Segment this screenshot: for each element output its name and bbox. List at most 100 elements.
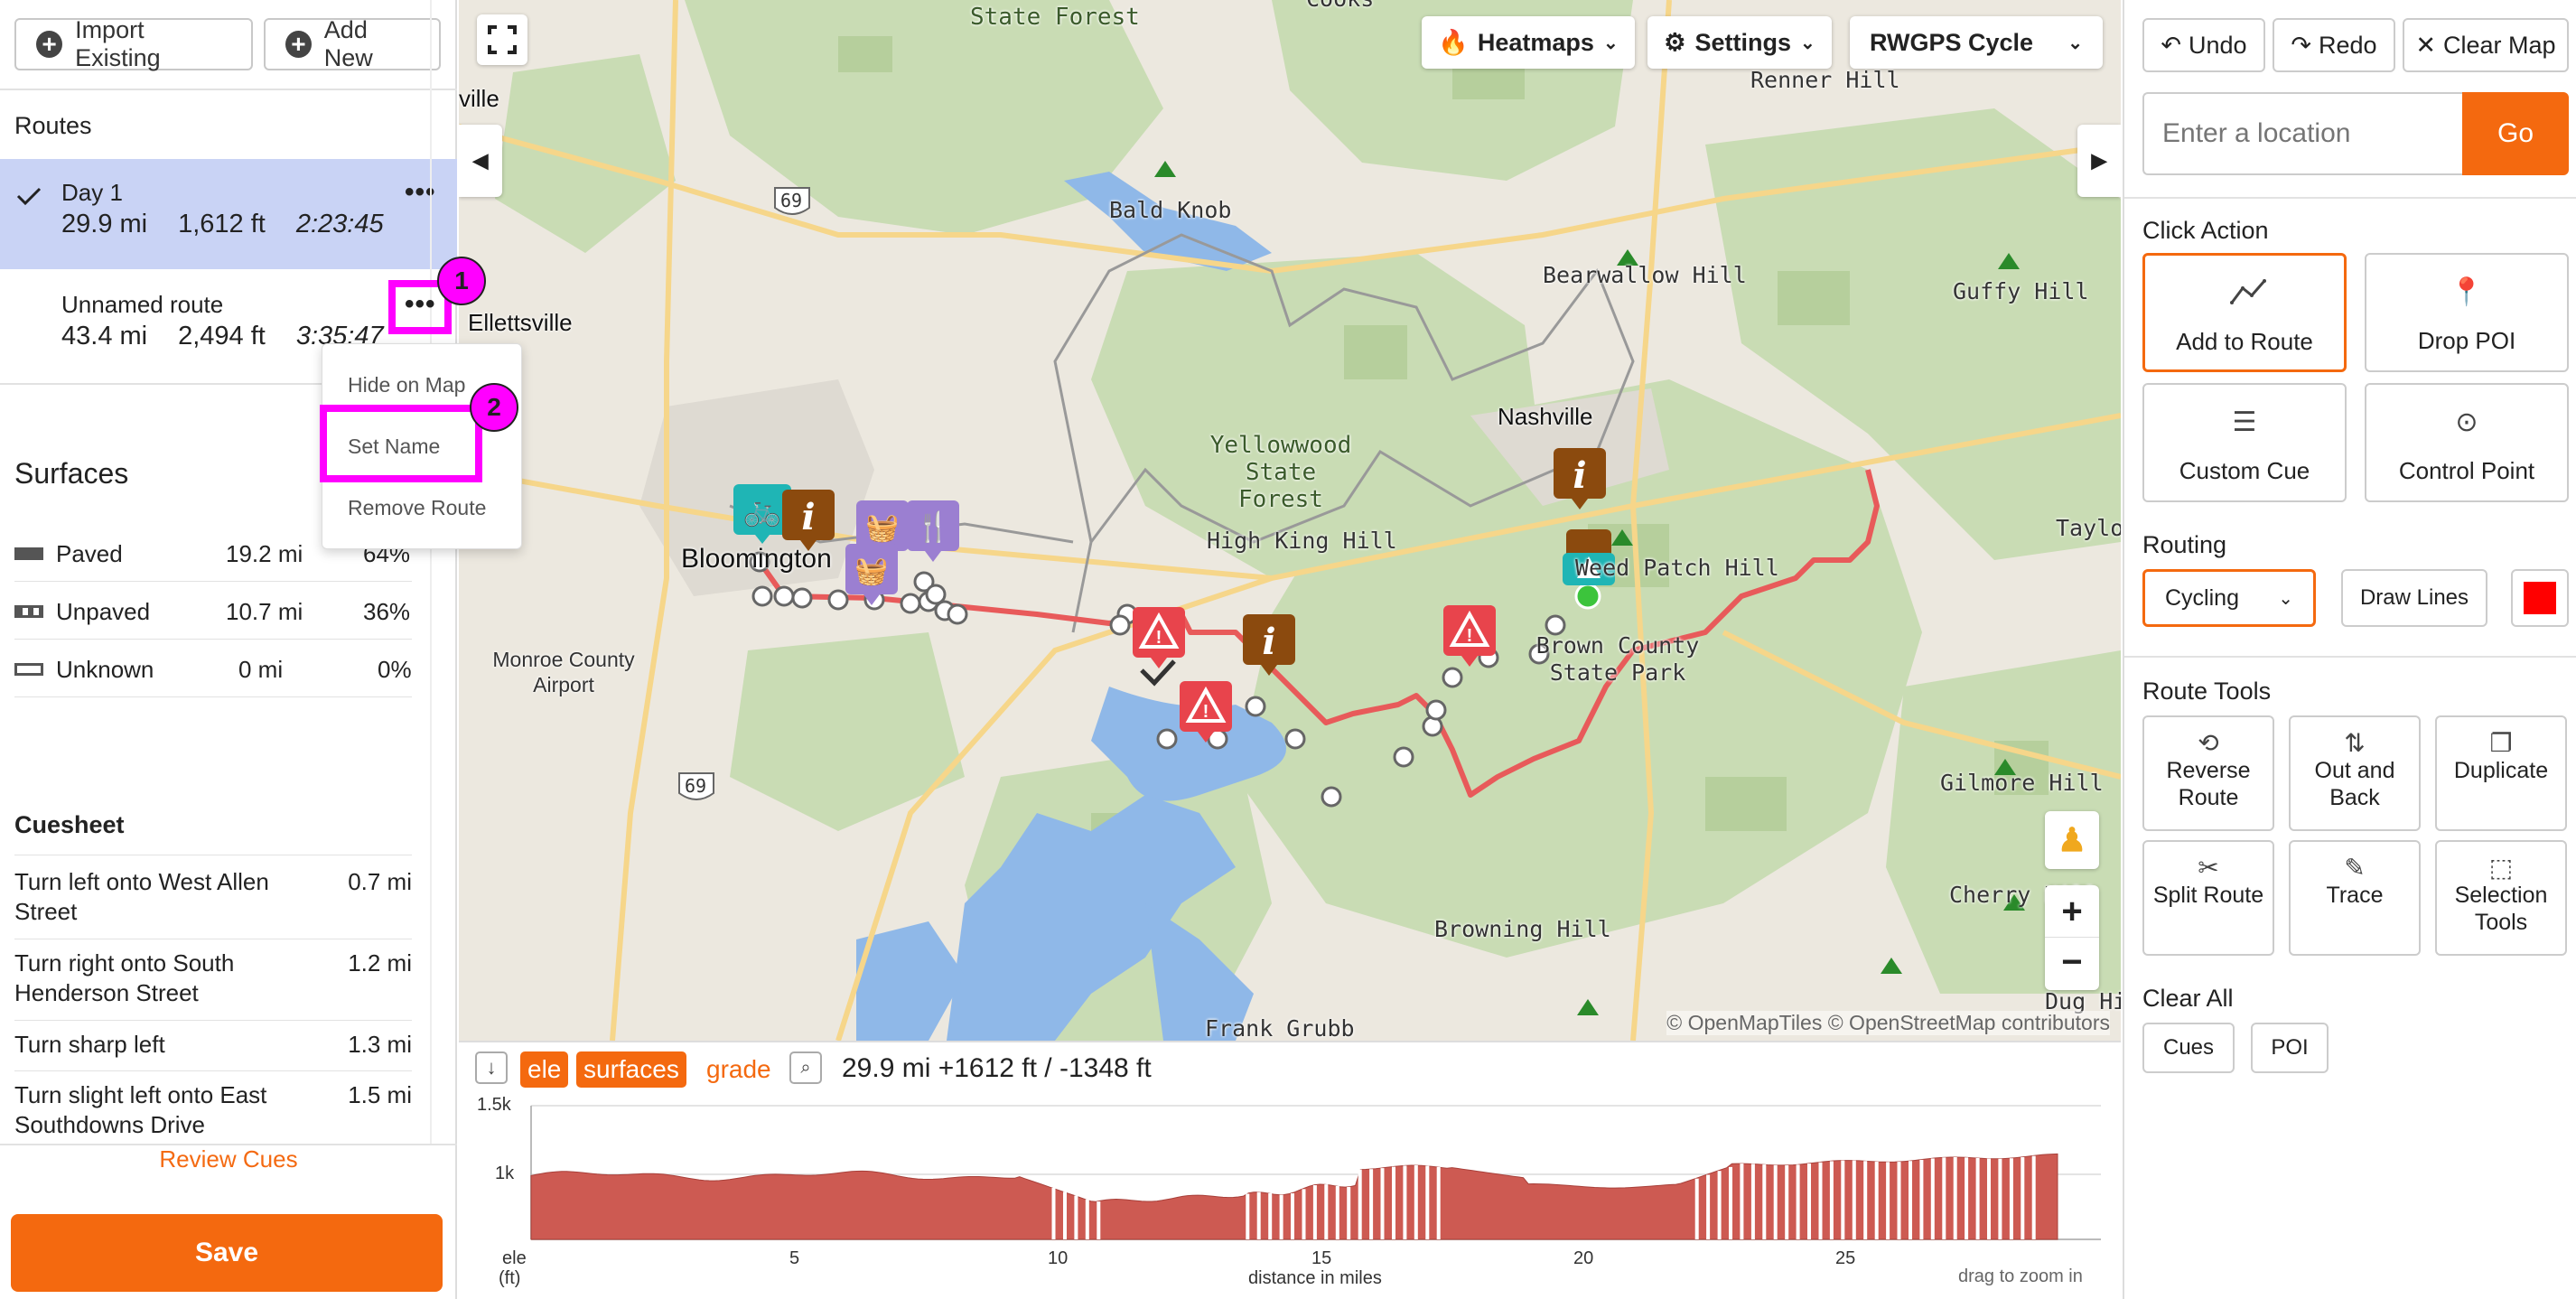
clear-poi-button[interactable]: POI bbox=[2251, 1023, 2329, 1073]
go-button[interactable]: Go bbox=[2462, 92, 2569, 175]
route-color-picker[interactable] bbox=[2511, 569, 2569, 627]
duplicate-tile[interactable]: ❐ Duplicate bbox=[2435, 715, 2567, 831]
out-and-back-tile[interactable]: ⇅ Out and Back bbox=[2289, 715, 2421, 831]
highway-label: 69 bbox=[780, 190, 803, 211]
tile-label: Reverse Route bbox=[2166, 758, 2251, 810]
zoom-in-button[interactable]: + bbox=[2045, 885, 2099, 938]
pegman-icon: ♟ bbox=[2057, 821, 2087, 858]
surface-label: Unknown bbox=[56, 656, 154, 683]
route-name: Day 1 bbox=[61, 179, 123, 206]
warning-icon[interactable]: ! bbox=[1442, 603, 1499, 668]
cue-row[interactable]: Turn sharp left 1.3 mi bbox=[14, 1030, 412, 1071]
highlight-box-2 bbox=[320, 405, 482, 482]
custom-cue-tile[interactable]: ☰ Custom Cue bbox=[2142, 383, 2347, 502]
unpaved-stripe bbox=[1706, 1174, 1711, 1239]
tile-label: Split Route bbox=[2152, 883, 2264, 908]
magic-wand-icon: ✎ bbox=[2344, 854, 2366, 882]
map-style-dropdown[interactable]: RWGPS Cycle ⌄ bbox=[1850, 16, 2103, 69]
unpaved-stripe bbox=[1291, 1193, 1294, 1239]
surfaces-toggle[interactable]: surfaces bbox=[576, 1051, 686, 1088]
left-panel: + Import Existing + Add New Routes Day 1… bbox=[0, 0, 457, 1299]
import-existing-label: Import Existing bbox=[75, 16, 161, 71]
tile-label: Add to Route bbox=[2176, 328, 2313, 355]
route-name: Unnamed route bbox=[61, 291, 224, 318]
unpaved-stripe bbox=[1796, 1164, 1800, 1239]
add-to-route-tile[interactable]: Add to Route bbox=[2142, 253, 2347, 372]
unpaved-stripe bbox=[1965, 1157, 1969, 1239]
split-route-tile[interactable]: ✂ Split Route bbox=[2142, 840, 2274, 956]
info-icon[interactable]: i bbox=[1241, 612, 1299, 678]
place-label: Ellettsville bbox=[468, 309, 573, 336]
unpaved-stripe bbox=[1740, 1163, 1744, 1239]
cue-text: Turn sharp left bbox=[14, 1031, 165, 1058]
zoom-elevation-button[interactable]: ⌕ bbox=[789, 1051, 822, 1084]
unpaved-stripe bbox=[1953, 1157, 1957, 1239]
unpaved-stripe bbox=[1063, 1192, 1067, 1239]
warning-icon[interactable]: ! bbox=[1178, 679, 1236, 744]
restaurant-icon[interactable]: 🍴 bbox=[905, 499, 963, 564]
redo-label: Redo bbox=[2319, 31, 2377, 59]
chevron-down-icon: ⌄ bbox=[1602, 33, 1619, 53]
collapse-left-button[interactable]: ◀ bbox=[459, 125, 502, 197]
place-label: Frank Grubb bbox=[1205, 1015, 1355, 1041]
undo-button[interactable]: ↶ Undo bbox=[2142, 18, 2265, 72]
route-distance: 29.9 mi bbox=[61, 210, 148, 238]
collapse-right-button[interactable]: ▶ bbox=[2077, 125, 2121, 197]
y-tick: 1.5k bbox=[477, 1095, 511, 1115]
unpaved-stripe bbox=[1246, 1193, 1250, 1239]
heatmaps-dropdown[interactable]: 🔥 Heatmaps ⌄ bbox=[1422, 16, 1635, 69]
annotation-badge-2: 2 bbox=[470, 383, 518, 432]
tile-label: Control Point bbox=[2398, 457, 2535, 484]
place-label: Nashville bbox=[1498, 403, 1593, 430]
unpaved-stripe bbox=[1694, 1178, 1699, 1239]
unpaved-stripe bbox=[1807, 1163, 1811, 1239]
map-canvas[interactable]: 🚲 i 🧺 🍴 🧺 ! ! ! i i 69 69 State Forest R… bbox=[459, 0, 2121, 1041]
redo-button[interactable]: ↷ Redo bbox=[2273, 18, 2395, 72]
cue-row[interactable]: Turn left onto West Allen Street 0.7 mi bbox=[14, 867, 412, 939]
add-new-button[interactable]: + Add New bbox=[264, 16, 441, 71]
unpaved-stripe bbox=[1930, 1158, 1935, 1239]
remove-route-item[interactable]: Remove Route bbox=[348, 496, 486, 520]
route-distance: 43.4 mi bbox=[61, 322, 148, 350]
place-label: Bloomington bbox=[681, 544, 832, 574]
route-item-day-1[interactable]: Day 1 29.9 mi 1,612 ft 2:23:45 ••• bbox=[0, 159, 457, 269]
fullscreen-button[interactable] bbox=[477, 14, 527, 65]
tile-label: Out and Back bbox=[2314, 758, 2395, 810]
plus-icon: + bbox=[285, 31, 312, 58]
import-existing-button[interactable]: + Import Existing bbox=[14, 16, 253, 71]
clear-map-button[interactable]: ✕ Clear Map bbox=[2403, 18, 2569, 72]
cue-row[interactable]: Turn slight left onto East Southdowns Dr… bbox=[14, 1080, 412, 1142]
route-menu-button[interactable]: ••• bbox=[405, 289, 436, 320]
undo-icon: ↶ bbox=[2161, 31, 2182, 59]
location-input[interactable] bbox=[2142, 92, 2468, 175]
drop-poi-tile[interactable]: 📍 Drop POI bbox=[2365, 253, 2569, 372]
place-label: Bald Knob bbox=[1109, 197, 1232, 223]
draw-lines-button[interactable]: Draw Lines bbox=[2341, 569, 2487, 627]
unpaved-stripe bbox=[1051, 1188, 1056, 1239]
cue-text: Turn right onto South Henderson Street bbox=[14, 949, 235, 1006]
cue-row[interactable]: Turn right onto South Henderson Street 1… bbox=[14, 949, 412, 1021]
review-cues-button[interactable]: Review Cues bbox=[0, 1145, 457, 1173]
unpaved-stripe bbox=[1369, 1169, 1374, 1239]
routing-mode-select[interactable]: Cycling ⌄ bbox=[2142, 569, 2316, 627]
surface-distance: 10.7 mi bbox=[226, 598, 303, 625]
selection-tools-tile[interactable]: ⬚ Selection Tools bbox=[2435, 840, 2567, 956]
control-point-tile[interactable]: ⊙ Control Point bbox=[2365, 383, 2569, 502]
street-view-button[interactable]: ♟ bbox=[2045, 811, 2099, 869]
surface-distance: 19.2 mi bbox=[226, 540, 303, 567]
clear-cues-button[interactable]: Cues bbox=[2142, 1023, 2235, 1073]
ele-toggle[interactable]: ele bbox=[520, 1051, 569, 1088]
x-tick: 10 bbox=[1048, 1248, 1069, 1268]
hide-on-map-item[interactable]: Hide on Map bbox=[348, 373, 465, 397]
grocery-icon[interactable]: 🧺 bbox=[844, 542, 901, 607]
info-icon[interactable]: i bbox=[1552, 446, 1610, 511]
trace-tile[interactable]: ✎ Trace bbox=[2289, 840, 2421, 956]
zoom-out-button[interactable]: − bbox=[2045, 938, 2099, 990]
save-button[interactable]: Save bbox=[11, 1214, 443, 1292]
scrollbar[interactable] bbox=[430, 0, 432, 1144]
collapse-elevation-button[interactable]: ↓ bbox=[475, 1051, 508, 1084]
settings-dropdown[interactable]: ⚙ Settings ⌄ bbox=[1647, 16, 1832, 69]
grade-toggle[interactable]: grade bbox=[699, 1051, 779, 1088]
cuesheet-title: Cuesheet bbox=[14, 811, 125, 838]
reverse-route-tile[interactable]: ⟲ Reverse Route bbox=[2142, 715, 2274, 831]
